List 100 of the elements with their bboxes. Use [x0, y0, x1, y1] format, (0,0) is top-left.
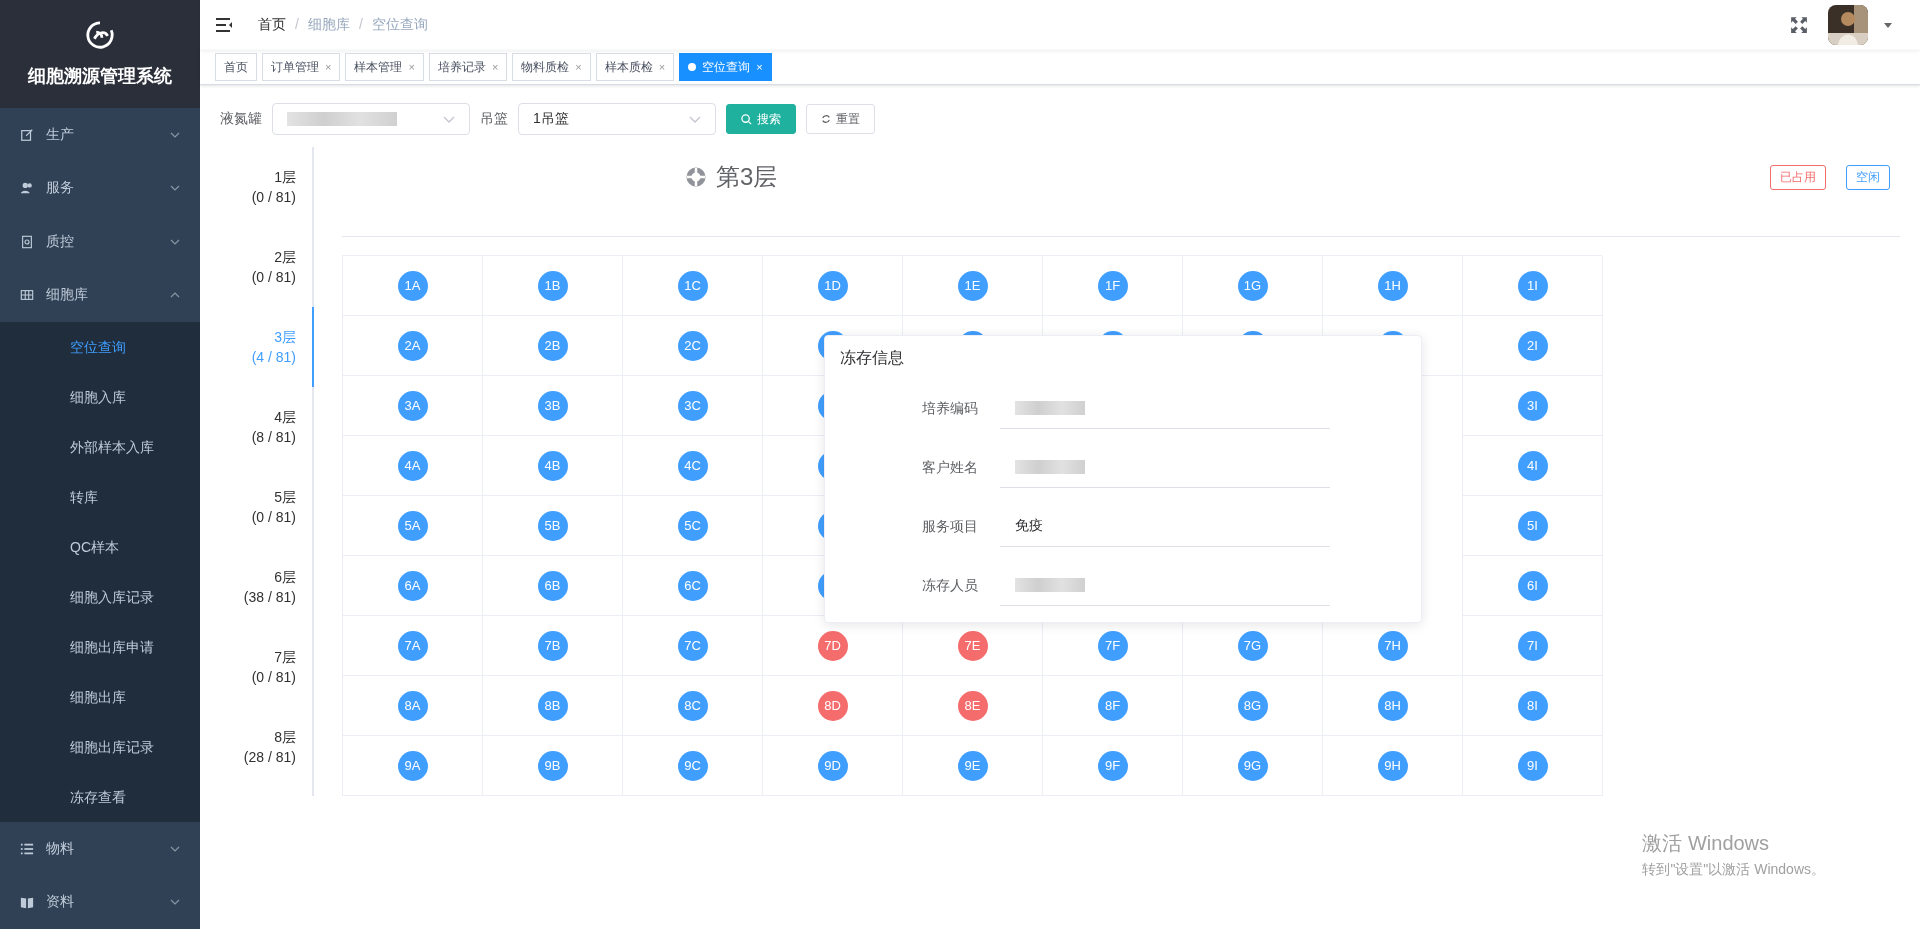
- slot[interactable]: 3B: [537, 390, 568, 421]
- slot[interactable]: 1I: [1517, 270, 1548, 301]
- slot[interactable]: 5B: [537, 510, 568, 541]
- slot[interactable]: 4C: [677, 450, 708, 481]
- slot[interactable]: 8H: [1377, 690, 1408, 721]
- slot[interactable]: 7F: [1097, 630, 1128, 661]
- close-icon[interactable]: ×: [325, 61, 332, 73]
- slot[interactable]: 1G: [1237, 270, 1268, 301]
- basket-select[interactable]: 1吊篮: [518, 103, 716, 135]
- slot[interactable]: 7E: [957, 630, 988, 661]
- slot[interactable]: 7A: [397, 630, 428, 661]
- tab[interactable]: 培养记录 ×: [428, 53, 508, 81]
- slot[interactable]: 7C: [677, 630, 708, 661]
- slot[interactable]: 6A: [397, 570, 428, 601]
- slot[interactable]: 6B: [537, 570, 568, 601]
- submenu-item[interactable]: 冻存查看: [0, 771, 200, 822]
- slot[interactable]: 9D: [817, 750, 848, 781]
- slot[interactable]: 5A: [397, 510, 428, 541]
- tab[interactable]: 订单管理 ×: [262, 53, 341, 81]
- menu-toggle-icon[interactable]: [216, 18, 232, 32]
- menu-item[interactable]: 物料: [0, 821, 200, 876]
- slot[interactable]: 7G: [1237, 630, 1268, 661]
- tab[interactable]: 物料质检 ×: [512, 53, 591, 81]
- submenu-item[interactable]: 细胞出库申请: [0, 621, 200, 672]
- level-tab[interactable]: 5层 (0 / 81): [220, 467, 314, 547]
- slot[interactable]: 8E: [957, 690, 988, 721]
- submenu-item[interactable]: QC样本: [0, 521, 200, 572]
- tab[interactable]: 样本管理 ×: [345, 53, 424, 81]
- slot[interactable]: 8B: [537, 690, 568, 721]
- close-icon[interactable]: ×: [756, 61, 763, 73]
- slot[interactable]: 6I: [1517, 570, 1548, 601]
- level-tab[interactable]: 4层 (8 / 81): [220, 387, 314, 467]
- slot[interactable]: 9E: [957, 750, 988, 781]
- input-field[interactable]: 免疫: [1000, 506, 1330, 547]
- slot[interactable]: 7I: [1517, 630, 1548, 661]
- menu-item[interactable]: 质控: [0, 214, 200, 269]
- slot[interactable]: 7D: [817, 630, 848, 661]
- slot[interactable]: 8A: [397, 690, 428, 721]
- slot[interactable]: 1D: [817, 270, 848, 301]
- level-tab[interactable]: 2层 (0 / 81): [220, 227, 314, 307]
- slot[interactable]: 5C: [677, 510, 708, 541]
- fullscreen-icon[interactable]: [1790, 16, 1808, 34]
- slot[interactable]: 8F: [1097, 690, 1128, 721]
- reset-button[interactable]: 重置: [806, 104, 875, 134]
- menu-item[interactable]: 服务: [0, 161, 200, 215]
- slot[interactable]: 8C: [677, 690, 708, 721]
- close-icon[interactable]: ×: [575, 61, 582, 73]
- close-icon[interactable]: ×: [408, 61, 415, 73]
- slot[interactable]: 1E: [957, 270, 988, 301]
- search-button[interactable]: 搜索: [726, 104, 796, 134]
- slot[interactable]: 4I: [1517, 450, 1548, 481]
- slot[interactable]: 3A: [397, 390, 428, 421]
- slot[interactable]: 9A: [397, 750, 428, 781]
- level-tab[interactable]: 7层 (0 / 81): [220, 627, 314, 707]
- tab[interactable]: 空位查询 ×: [679, 53, 772, 81]
- slot[interactable]: 1A: [397, 270, 428, 301]
- slot[interactable]: 2B: [537, 330, 568, 361]
- slot[interactable]: 6C: [677, 570, 708, 601]
- menu-item[interactable]: 细胞库: [0, 268, 200, 322]
- level-tab[interactable]: 6层 (38 / 81): [220, 547, 314, 627]
- slot[interactable]: 1F: [1097, 270, 1128, 301]
- slot[interactable]: 9G: [1237, 750, 1268, 781]
- submenu-item[interactable]: 细胞出库记录: [0, 721, 200, 772]
- slot[interactable]: 2C: [677, 330, 708, 361]
- breadcrumb-item[interactable]: 空位查询: [371, 16, 428, 34]
- close-icon[interactable]: ×: [491, 61, 499, 73]
- close-icon[interactable]: ×: [658, 61, 666, 73]
- slot[interactable]: 9I: [1517, 750, 1548, 781]
- submenu-item[interactable]: 空位查询: [0, 321, 200, 372]
- slot[interactable]: 9H: [1377, 750, 1408, 781]
- slot[interactable]: 4B: [537, 450, 568, 481]
- slot[interactable]: 9F: [1097, 750, 1128, 781]
- slot[interactable]: 9C: [677, 750, 708, 781]
- breadcrumb-item[interactable]: 细胞库: [307, 16, 350, 34]
- slot[interactable]: 1H: [1377, 270, 1408, 301]
- menu-item[interactable]: 生产: [0, 107, 200, 162]
- level-tab[interactable]: 8层 (28 / 81): [220, 707, 314, 787]
- slot[interactable]: 8G: [1237, 690, 1268, 721]
- slot[interactable]: 8I: [1517, 690, 1548, 721]
- submenu-item[interactable]: 细胞入库: [0, 371, 200, 422]
- level-tab[interactable]: 1层 (0 / 81): [220, 147, 314, 227]
- slot[interactable]: 7B: [537, 630, 568, 661]
- tab[interactable]: 首页: [215, 53, 257, 81]
- slot[interactable]: 8D: [817, 690, 848, 721]
- slot[interactable]: 9B: [537, 750, 568, 781]
- submenu-item[interactable]: 细胞出库: [0, 671, 200, 722]
- slot[interactable]: 1C: [677, 270, 708, 301]
- slot[interactable]: 4A: [397, 450, 428, 481]
- slot[interactable]: 7H: [1377, 630, 1408, 661]
- slot[interactable]: 2A: [397, 330, 428, 361]
- slot[interactable]: 1B: [537, 270, 568, 301]
- submenu-item[interactable]: 细胞入库记录: [0, 571, 200, 622]
- caret-icon[interactable]: [1884, 22, 1892, 28]
- submenu-item[interactable]: 转库: [0, 471, 200, 522]
- slot[interactable]: 3I: [1517, 390, 1548, 421]
- tab[interactable]: 样本质检 ×: [595, 53, 675, 81]
- level-tab[interactable]: 3层 (4 / 81): [220, 307, 314, 387]
- submenu-item[interactable]: 外部样本入库: [0, 421, 200, 472]
- slot[interactable]: 5I: [1517, 510, 1548, 541]
- menu-item[interactable]: 资料: [0, 875, 200, 929]
